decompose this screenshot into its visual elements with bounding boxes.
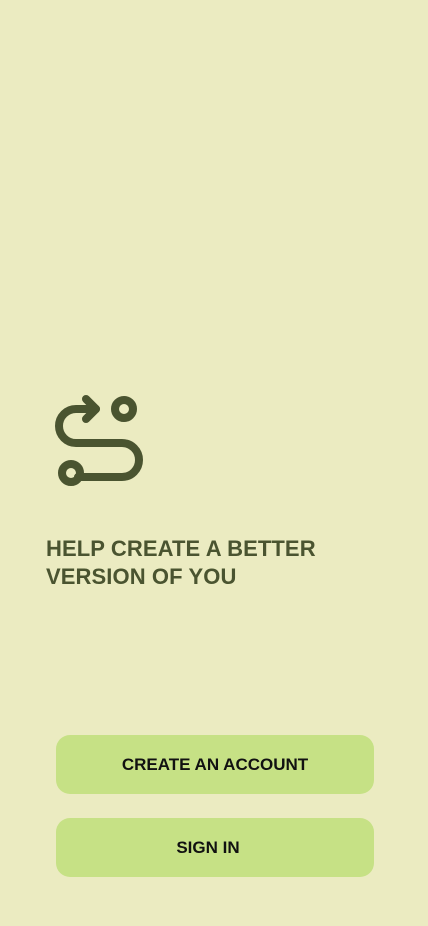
tagline: HELP CREATE A BETTER VERSION OF YOU xyxy=(46,536,316,589)
sign-in-button[interactable]: SIGN IN xyxy=(56,818,374,877)
create-account-button[interactable]: CREATE AN ACCOUNT xyxy=(56,735,374,794)
route-icon xyxy=(52,393,144,489)
